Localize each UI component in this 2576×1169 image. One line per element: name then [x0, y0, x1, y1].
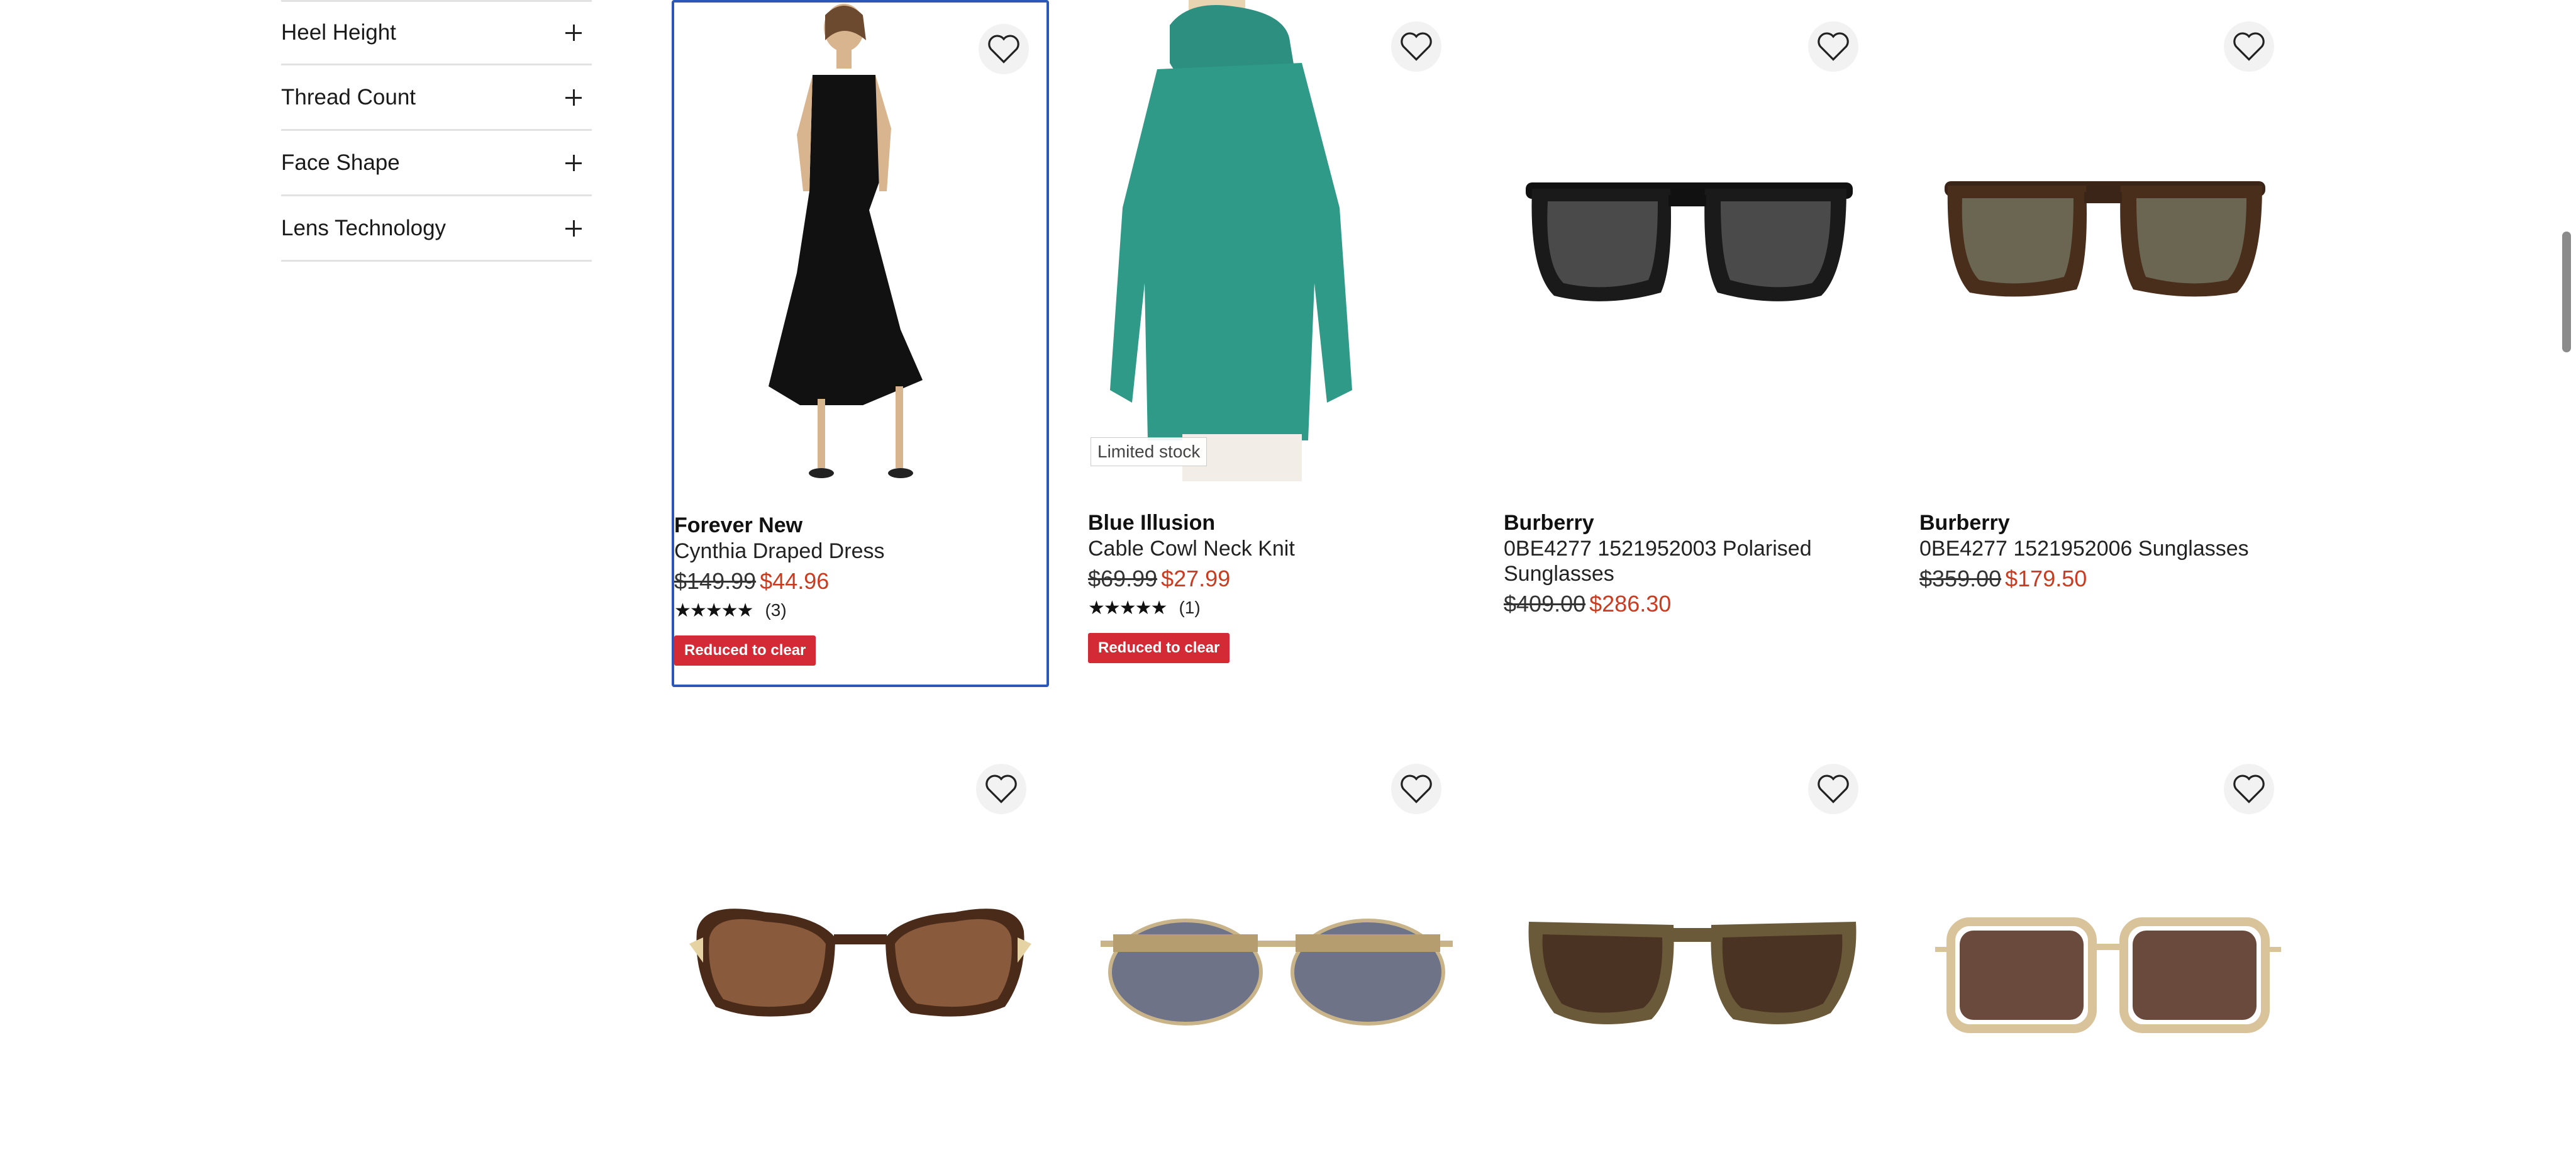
sale-price: $286.30	[1589, 591, 1672, 617]
heart-outline-icon	[1818, 32, 1849, 61]
heart-outline-icon	[988, 35, 1019, 64]
filter-sidebar: Heel Height Thread Count Face Shape Lens…	[281, 0, 592, 262]
reduced-badge: Reduced to clear	[1088, 633, 1230, 663]
heart-outline-icon	[2233, 32, 2265, 61]
filter-label: Thread Count	[281, 84, 416, 109]
product-card-blue-illusion[interactable]: Limited stock Blue Illusion Cable Cowl N…	[1088, 0, 1465, 687]
product-info: Burberry 0BE4277 1521952006 Sunglasses $…	[1919, 510, 2290, 595]
price-line: $69.99 $27.99	[1088, 562, 1459, 595]
star-rating-icon: ★★★★★	[1088, 597, 1167, 618]
review-count: (1)	[1179, 598, 1201, 617]
filter-face-shape[interactable]: Face Shape	[281, 131, 592, 196]
product-image-sunglasses[interactable]	[1504, 755, 1881, 1133]
filter-thread-count[interactable]: Thread Count	[281, 65, 592, 131]
product-image-sunglasses[interactable]	[1919, 0, 2297, 481]
product-image-sunglasses[interactable]	[1504, 0, 1881, 481]
original-price: $409.00	[1504, 591, 1586, 617]
wishlist-button[interactable]	[2224, 21, 2274, 72]
product-image-sunglasses[interactable]	[672, 755, 1049, 1133]
product-image-sunglasses[interactable]	[1919, 755, 2297, 1133]
filter-label: Heel Height	[281, 20, 396, 45]
product-info: Burberry 0BE4277 1521952003 Polarised Su…	[1504, 510, 1875, 620]
review-count: (3)	[765, 600, 787, 620]
product-card-burberry-sunglasses[interactable]: Burberry 0BE4277 1521952006 Sunglasses $…	[1919, 0, 2297, 687]
stock-badge: Limited stock	[1091, 437, 1208, 466]
heart-outline-icon	[1401, 32, 1432, 61]
plus-icon[interactable]	[565, 154, 582, 171]
filter-heel-height[interactable]: Heel Height	[281, 0, 592, 65]
filter-label: Lens Technology	[281, 215, 447, 240]
star-rating-icon: ★★★★★	[674, 600, 753, 621]
product-brand: Burberry	[1919, 511, 2010, 535]
rating: ★★★★★ (1)	[1088, 595, 1459, 620]
product-card-row2-2[interactable]	[1088, 755, 1465, 1169]
product-brand: Forever New	[674, 513, 803, 537]
original-price: $69.99	[1088, 566, 1158, 591]
product-card-row2-4[interactable]	[1919, 755, 2297, 1169]
wishlist-button[interactable]	[1808, 21, 1858, 72]
product-brand: Burberry	[1504, 511, 1594, 535]
sale-price: $179.50	[2005, 566, 2087, 591]
sale-price: $44.96	[760, 568, 830, 594]
product-card-row2-3[interactable]	[1504, 755, 1881, 1169]
rating: ★★★★★ (3)	[674, 598, 1045, 623]
product-info: Blue Illusion Cable Cowl Neck Knit $69.9…	[1088, 510, 1459, 663]
reduced-badge: Reduced to clear	[674, 635, 816, 666]
sale-price: $27.99	[1161, 566, 1231, 591]
original-price: $359.00	[1919, 566, 2002, 591]
product-card-forever-new[interactable]: Forever New Cynthia Draped Dress $149.99…	[672, 0, 1049, 687]
product-info: Forever New Cynthia Draped Dress $149.99…	[674, 512, 1045, 666]
product-image-knit[interactable]	[1088, 0, 1465, 481]
product-card-row2-1[interactable]	[672, 755, 1049, 1169]
product-name[interactable]: Cynthia Draped Dress	[674, 539, 1045, 564]
page-scrollbar[interactable]	[2562, 232, 2571, 352]
wishlist-button[interactable]	[1391, 21, 1441, 72]
product-card-burberry-polarised[interactable]: Burberry 0BE4277 1521952003 Polarised Su…	[1504, 0, 1881, 687]
plus-icon[interactable]	[565, 25, 582, 41]
price-line: $149.99 $44.96	[674, 565, 1045, 598]
filter-lens-technology[interactable]: Lens Technology	[281, 196, 592, 262]
plus-icon[interactable]	[565, 220, 582, 237]
product-image-dress[interactable]	[674, 3, 1052, 484]
plus-icon[interactable]	[565, 89, 582, 106]
price-line: $359.00 $179.50	[1919, 562, 2290, 595]
wishlist-button[interactable]	[979, 24, 1029, 74]
product-name[interactable]: 0BE4277 1521952006 Sunglasses	[1919, 536, 2290, 561]
product-name[interactable]: 0BE4277 1521952003 Polarised Sunglasses	[1504, 536, 1875, 586]
product-name[interactable]: Cable Cowl Neck Knit	[1088, 536, 1459, 561]
product-brand: Blue Illusion	[1088, 511, 1216, 535]
original-price: $149.99	[674, 568, 757, 594]
product-image-sunglasses[interactable]	[1088, 755, 1465, 1133]
price-line: $409.00 $286.30	[1504, 588, 1875, 620]
filter-label: Face Shape	[281, 150, 400, 175]
